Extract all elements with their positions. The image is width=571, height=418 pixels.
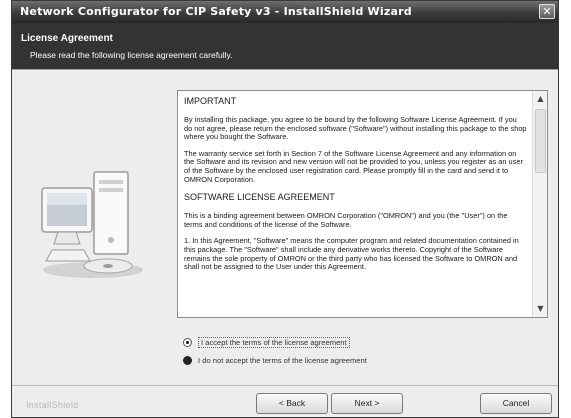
close-icon: ✕ (542, 5, 552, 18)
accept-option[interactable]: I accept the terms of the license agreem… (183, 336, 350, 348)
wizard-header: License Agreement Please read the follow… (12, 23, 558, 69)
page-subtitle: Please read the following license agreem… (30, 50, 233, 60)
scroll-up-icon[interactable]: ▲ (534, 92, 547, 106)
license-paragraph: 1. In this Agreement, "Software" means t… (184, 236, 519, 272)
decline-label[interactable]: I do not accept the terms of the license… (198, 356, 367, 365)
scroll-thumb[interactable] (535, 109, 546, 173)
installer-window: Network Configurator for CIP Safety v3 -… (11, 0, 559, 418)
license-scrollbar[interactable]: ▲ ▼ (532, 91, 547, 317)
window-title: Network Configurator for CIP Safety v3 -… (20, 5, 412, 18)
installshield-logo: InstallShield (26, 400, 79, 410)
decline-radio[interactable] (183, 355, 192, 365)
title-bar[interactable]: Network Configurator for CIP Safety v3 -… (12, 1, 558, 23)
back-button[interactable]: < Back (256, 393, 328, 414)
license-paragraph: This is a binding agreement between OMRO… (184, 211, 508, 229)
license-heading-important: IMPORTANT (184, 96, 237, 106)
decline-option[interactable]: I do not accept the terms of the license… (183, 354, 367, 366)
scroll-down-icon[interactable]: ▼ (534, 302, 547, 316)
license-text-box[interactable]: IMPORTANT By installing this package, yo… (177, 90, 548, 318)
footer-divider (12, 385, 558, 386)
next-button[interactable]: Next > (331, 393, 403, 414)
close-button[interactable]: ✕ (539, 4, 555, 19)
license-paragraph: By installing this package, you agree to… (184, 115, 527, 142)
accept-label[interactable]: I accept the terms of the license agreem… (198, 336, 350, 348)
cancel-button[interactable]: Cancel (480, 393, 552, 414)
page-title: License Agreement (21, 33, 113, 44)
computer-illustration-icon (41, 171, 143, 278)
license-content: IMPORTANT By installing this package, yo… (178, 91, 532, 317)
license-paragraph: The warranty service set forth in Sectio… (184, 148, 523, 184)
license-heading-agreement: SOFTWARE LICENSE AGREEMENT (184, 192, 335, 203)
header-divider (12, 69, 558, 70)
accept-radio[interactable] (183, 337, 192, 347)
